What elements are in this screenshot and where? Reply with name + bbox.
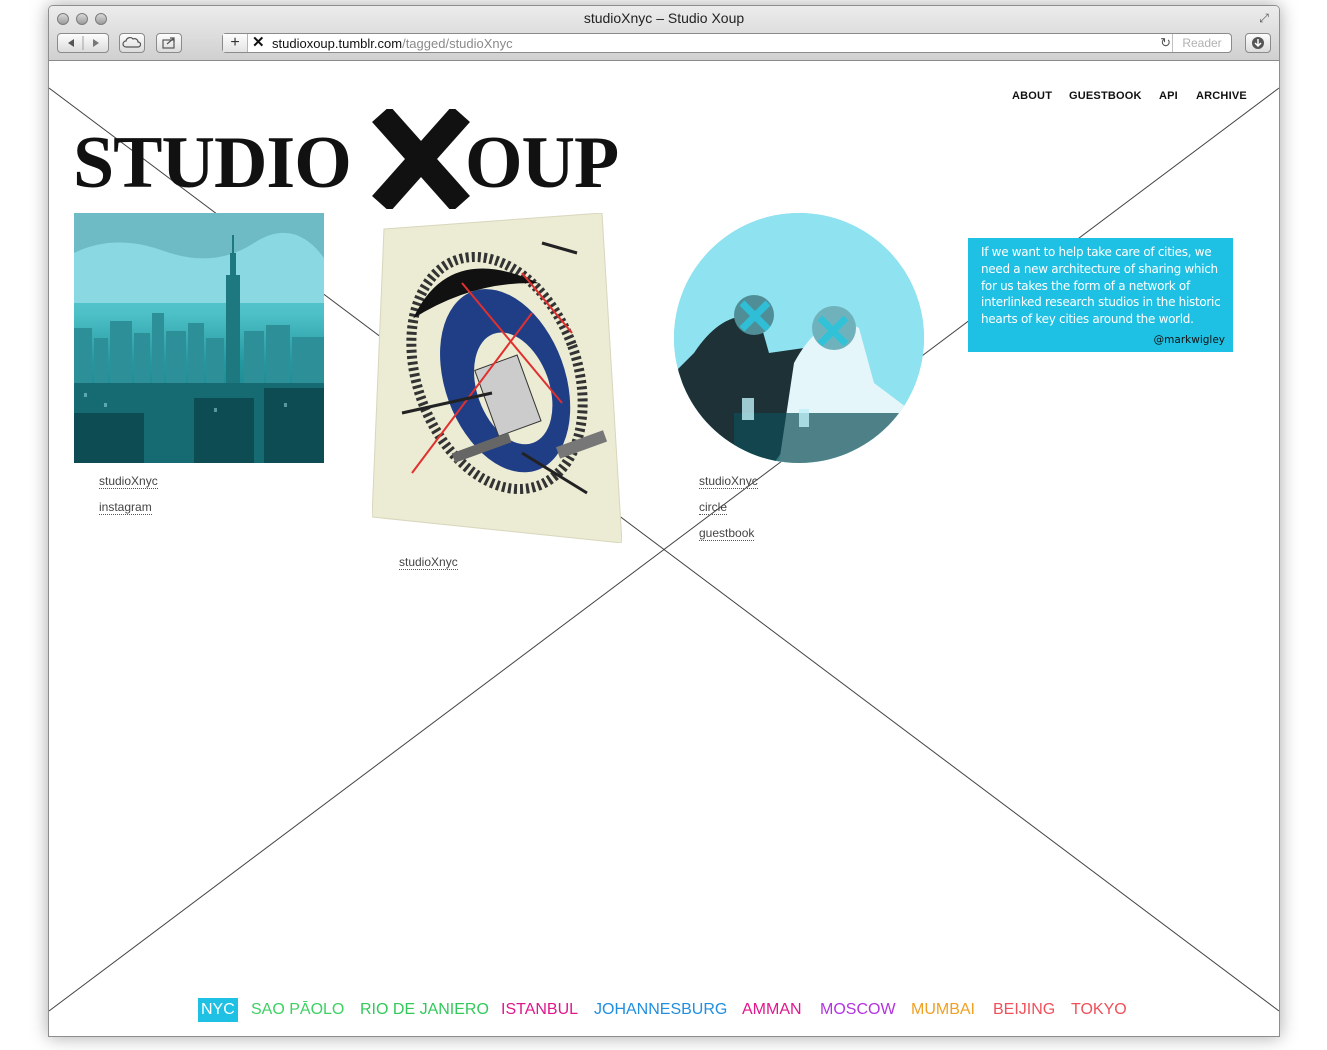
city-link-tokyo[interactable]: TOKYO: [1071, 998, 1127, 1022]
nyc-skyline-photo[interactable]: [74, 213, 324, 463]
city-link-mumbai[interactable]: MUMBAI: [911, 998, 975, 1022]
browser-toolbar: studioXnyc – Studio Xoup ⤢ + ✕ studioxou…: [49, 6, 1279, 61]
city-link-istanbul[interactable]: ISTANBUL: [501, 998, 578, 1022]
back-forward-buttons[interactable]: [57, 33, 109, 53]
city-link-amman[interactable]: AMMAN: [742, 998, 802, 1022]
logo-x-icon: [372, 109, 470, 209]
quote-author[interactable]: @markwigley: [1154, 334, 1225, 346]
nav-api-link[interactable]: API: [1159, 90, 1178, 102]
back-forward-icon: [68, 36, 99, 50]
fullscreen-icon[interactable]: ⤢: [1257, 11, 1271, 25]
share-icon: [162, 37, 175, 49]
city-link-sao-paolo[interactable]: SAO PĀOLO: [251, 998, 344, 1022]
cloud-icon: [122, 37, 142, 48]
nav-guestbook-link[interactable]: GUESTBOOK: [1069, 90, 1142, 102]
share-button[interactable]: [156, 33, 182, 53]
city-link-rio-de-janiero[interactable]: RIO DE JANIERO: [360, 998, 489, 1022]
quote-box: If we want to help take care of cities, …: [968, 238, 1233, 352]
constructivist-drawing-image[interactable]: [371, 212, 623, 544]
window-title: studioXnyc – Studio Xoup: [583, 10, 745, 26]
quote-text: If we want to help take care of cities, …: [981, 245, 1221, 327]
city-link-johannesburg[interactable]: JOHANNESBURG: [594, 998, 727, 1022]
icloud-tabs-button[interactable]: [119, 33, 145, 53]
drawing-illustration: [371, 212, 623, 544]
meeting-image: [674, 213, 924, 463]
reader-button[interactable]: Reader: [1172, 34, 1231, 52]
browser-window: studioXnyc – Studio Xoup ⤢ + ✕ studioxou…: [48, 5, 1280, 1037]
download-icon: [1252, 37, 1264, 49]
tag-link[interactable]: studioXnyc: [99, 474, 158, 489]
logo-word-oup: OUP: [465, 122, 619, 204]
city-link-moscow[interactable]: MOSCOW: [820, 998, 896, 1022]
city-link-nyc[interactable]: NYC: [198, 998, 238, 1022]
reload-icon[interactable]: ↻: [1160, 35, 1171, 51]
url-path: /tagged/studioXnyc: [402, 36, 513, 51]
meeting-circle-photo[interactable]: [674, 213, 924, 463]
downloads-button[interactable]: [1245, 33, 1271, 53]
tag-link[interactable]: instagram: [99, 500, 152, 515]
tag-link[interactable]: circle: [699, 500, 728, 515]
site-favicon-icon: ✕: [252, 34, 265, 51]
tag-link[interactable]: studioXnyc: [399, 555, 458, 570]
city-link-beijing[interactable]: BEIJING: [993, 998, 1055, 1022]
page-content: ABOUT GUESTBOOK API ARCHIVE STUDIO OUP s…: [49, 61, 1279, 1036]
url-text[interactable]: studioxoup.tumblr.com/tagged/studioXnyc: [272, 36, 513, 51]
address-bar[interactable]: + ✕ studioxoup.tumblr.com/tagged/studioX…: [222, 33, 1232, 53]
background-x-lines: [49, 87, 1279, 1012]
new-tab-plus-icon[interactable]: +: [223, 34, 248, 52]
logo-word-studio: STUDIO: [73, 122, 352, 204]
skyline-image: [74, 213, 324, 463]
nav-about-link[interactable]: ABOUT: [1012, 90, 1052, 102]
tag-link[interactable]: studioXnyc: [699, 474, 758, 489]
tag-link[interactable]: guestbook: [699, 526, 755, 541]
url-host: studioxoup.tumblr.com: [272, 36, 403, 51]
nav-archive-link[interactable]: ARCHIVE: [1196, 90, 1247, 102]
